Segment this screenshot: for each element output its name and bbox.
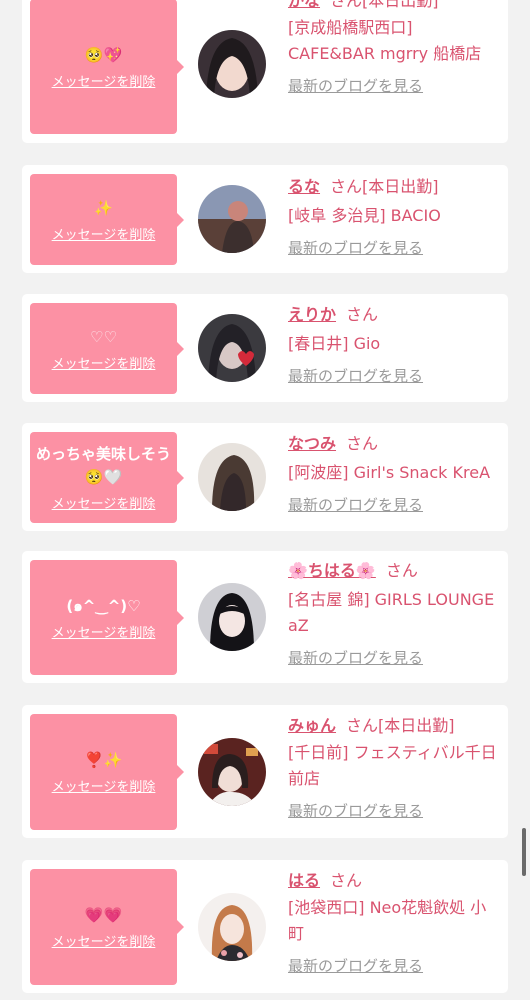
store-name: [京成船橋駅西口] CAFE&BAR mgrry 船橋店	[288, 18, 482, 63]
latest-blog-link[interactable]: 最新のブログを見る	[288, 365, 423, 386]
honorific: さん	[330, 177, 363, 196]
cast-info: るな さん[本日出勤] [岐阜 多治見] BACIO 最新のブログを見る	[288, 175, 498, 258]
honorific: さん	[346, 434, 379, 453]
cast-name-link[interactable]: 🌸ちはる🌸	[288, 561, 376, 580]
latest-blog-link[interactable]: 最新のブログを見る	[288, 237, 423, 258]
scrollbar-thumb[interactable]	[522, 828, 526, 876]
store-name: [春日井] Gio	[288, 334, 381, 353]
store-name: [池袋西口] Neo花魁飲処 小町	[288, 898, 487, 943]
delete-message-link[interactable]: メッセージを削除	[52, 622, 156, 641]
honorific: さん	[330, 871, 363, 890]
cast-info: はる さん [池袋西口] Neo花魁飲処 小町 最新のブログを見る	[288, 869, 498, 976]
latest-blog-link[interactable]: 最新のブログを見る	[288, 800, 423, 821]
message-card: 🥺💖 メッセージを削除 かな さん[本日出勤] [京成船橋駅西口] CAFE&BA…	[22, 0, 508, 143]
honorific: さん	[330, 0, 363, 10]
message-text: めっちゃ美味しそう🥺🤍	[36, 445, 172, 486]
status-badge: [本日出勤]	[378, 716, 455, 735]
avatar[interactable]	[198, 443, 266, 511]
message-bubble: ✨ メッセージを削除	[30, 174, 184, 265]
avatar[interactable]	[198, 30, 266, 98]
delete-message-link[interactable]: メッセージを削除	[52, 71, 156, 90]
message-bubble: ❣️✨ メッセージを削除	[30, 714, 184, 830]
message-text: ❣️✨	[84, 751, 123, 769]
delete-message-link[interactable]: メッセージを削除	[52, 931, 156, 950]
honorific: さん	[346, 305, 379, 324]
cast-name-link[interactable]: かな	[288, 0, 320, 10]
latest-blog-link[interactable]: 最新のブログを見る	[288, 955, 423, 976]
cast-name-link[interactable]: みゅん	[288, 716, 336, 735]
avatar[interactable]	[198, 583, 266, 651]
message-card: ❣️✨ メッセージを削除 みゅん さん[本日出勤] [千日前] フェスティバル千日…	[22, 705, 508, 838]
message-card: ♡♡ メッセージを削除 えりか さん [春日井] Gio 最新のブログを見る	[22, 294, 508, 402]
latest-blog-link[interactable]: 最新のブログを見る	[288, 75, 423, 96]
message-bubble: (๑^‿^)♡ メッセージを削除	[30, 560, 184, 675]
cast-name-link[interactable]: るな	[288, 177, 320, 196]
message-card: ✨ メッセージを削除 るな さん[本日出勤] [岐阜 多治見] BACIO 最新の…	[22, 165, 508, 273]
honorific: さん	[385, 561, 418, 580]
cast-info: えりか さん [春日井] Gio 最新のブログを見る	[288, 303, 498, 386]
message-text: ♡♡	[90, 327, 117, 346]
latest-blog-link[interactable]: 最新のブログを見る	[288, 494, 423, 515]
store-name: [千日前] フェスティバル千日前店	[288, 743, 497, 788]
message-text: 💗💗	[84, 906, 123, 924]
cast-info: かな さん[本日出勤] [京成船橋駅西口] CAFE&BAR mgrry 船橋店 …	[288, 0, 498, 96]
latest-blog-link[interactable]: 最新のブログを見る	[288, 647, 423, 668]
cast-name-link[interactable]: はる	[288, 871, 320, 890]
message-bubble: 🥺💖 メッセージを削除	[30, 0, 184, 134]
cast-info: 🌸ちはる🌸 さん [名古屋 錦] GIRLS LOUNGE aZ 最新のブログを見…	[288, 559, 498, 668]
delete-message-link[interactable]: メッセージを削除	[52, 493, 156, 512]
delete-message-link[interactable]: メッセージを削除	[52, 224, 156, 243]
store-name: [阿波座] Girl's Snack KreA	[288, 463, 491, 482]
avatar[interactable]	[198, 314, 266, 382]
cast-info: なつみ さん [阿波座] Girl's Snack KreA 最新のブログを見る	[288, 432, 498, 515]
message-card: めっちゃ美味しそう🥺🤍 メッセージを削除 なつみ さん [阿波座] Girl's …	[22, 423, 508, 531]
status-badge: [本日出勤]	[362, 177, 439, 196]
avatar[interactable]	[198, 185, 266, 253]
cast-name-link[interactable]: えりか	[288, 305, 336, 324]
cast-info: みゅん さん[本日出勤] [千日前] フェスティバル千日前店 最新のブログを見る	[288, 714, 498, 821]
message-bubble: ♡♡ メッセージを削除	[30, 303, 184, 394]
message-card: (๑^‿^)♡ メッセージを削除 🌸ちはる🌸 さん [名古屋 錦] GIRLS L…	[22, 551, 508, 683]
message-text: (๑^‿^)♡	[66, 596, 141, 615]
avatar[interactable]	[198, 893, 266, 961]
avatar[interactable]	[198, 738, 266, 806]
store-name: [名古屋 錦] GIRLS LOUNGE aZ	[288, 590, 495, 635]
store-name: [岐阜 多治見] BACIO	[288, 206, 441, 225]
message-text: 🥺💖	[84, 45, 123, 64]
message-bubble: めっちゃ美味しそう🥺🤍 メッセージを削除	[30, 432, 184, 523]
status-badge: [本日出勤]	[362, 0, 439, 10]
delete-message-link[interactable]: メッセージを削除	[52, 776, 156, 795]
cast-name-link[interactable]: なつみ	[288, 434, 336, 453]
honorific: さん	[346, 716, 379, 735]
delete-message-link[interactable]: メッセージを削除	[52, 353, 156, 372]
message-bubble: 💗💗 メッセージを削除	[30, 869, 184, 985]
message-text: ✨	[94, 198, 113, 217]
message-card: 💗💗 メッセージを削除 はる さん [池袋西口] Neo花魁飲処 小町 最新のブロ…	[22, 860, 508, 993]
